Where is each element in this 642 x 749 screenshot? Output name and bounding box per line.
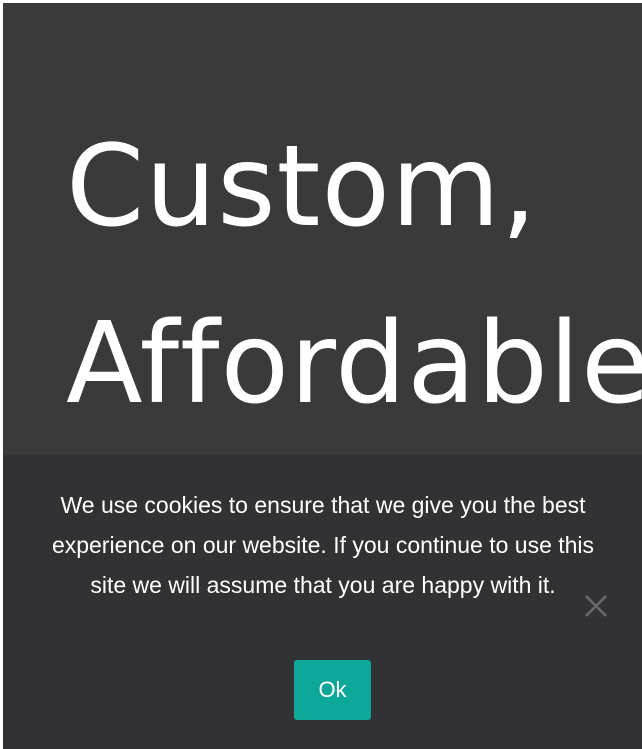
cookie-consent-banner: We use cookies to ensure that we give yo… [3,455,642,749]
hero-title: Custom, Affordable [66,99,642,453]
page: Custom, Affordable We use cookies to ens… [3,3,642,749]
cookie-message: We use cookies to ensure that we give yo… [51,492,595,598]
hero-title-line-2: Affordable [66,299,642,429]
ok-button[interactable]: Ok [294,660,371,720]
hero-title-line-1: Custom, [66,122,538,252]
close-icon[interactable] [581,591,611,621]
